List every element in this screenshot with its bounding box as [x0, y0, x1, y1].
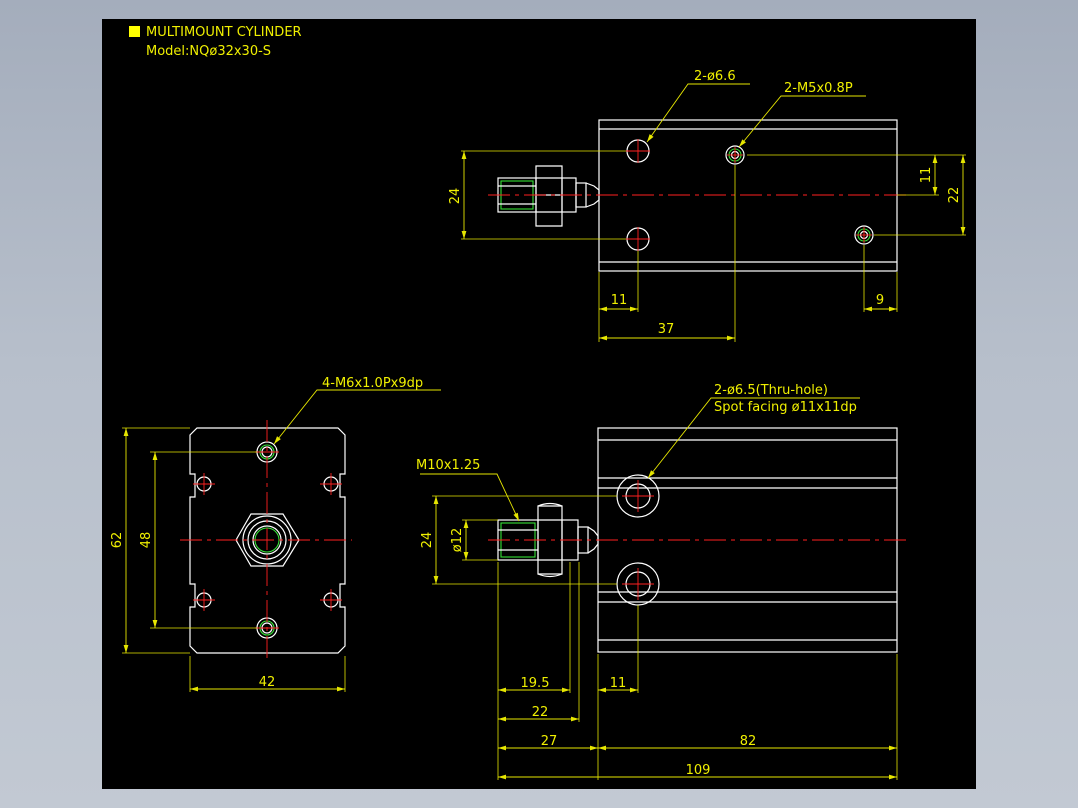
title-line-1: MULTIMOUNT CYLINDER — [146, 25, 302, 40]
dim-side-body-len: 82 — [740, 734, 757, 749]
dim-top-height: 24 — [448, 188, 463, 205]
callout-taps-end: 4-M6x1.0Px9dp — [322, 376, 423, 391]
dim-side-hole-offset: 11 — [610, 676, 627, 691]
callout-thread: M10x1.25 — [416, 458, 480, 473]
dim-top-port-spacing: 22 — [947, 187, 962, 204]
dim-side-rod-len: 27 — [541, 734, 558, 749]
dim-top-port-offset: 11 — [919, 167, 934, 184]
callout-holes-side-2: Spot facing ø11x11dp — [714, 400, 857, 415]
title-marker-square — [129, 26, 140, 37]
cad-drawing: MULTIMOUNT CYLINDER Model:NQø32x30-S 2-ø… — [102, 19, 976, 789]
callout-holes-top: 2-ø6.6 — [694, 69, 736, 84]
dim-side-rod-dia: ø12 — [450, 528, 465, 553]
dim-side-nut-len: 22 — [532, 705, 549, 720]
dim-top-hole-offset: 11 — [611, 293, 628, 308]
dim-top-port-distance: 37 — [658, 322, 675, 337]
title-line-2: Model:NQø32x30-S — [146, 44, 271, 59]
dim-side-thread-len: 19.5 — [521, 676, 550, 691]
callout-holes-side-1: 2-ø6.5(Thru-hole) — [714, 383, 828, 398]
callout-ports-top: 2-M5x0.8P — [784, 81, 853, 96]
dim-side-height: 24 — [420, 532, 435, 549]
dim-end-height: 62 — [110, 532, 125, 549]
dim-top-port-edge: 9 — [876, 293, 884, 308]
dim-end-tap-pitch: 48 — [139, 532, 154, 549]
dim-side-total-len: 109 — [686, 763, 711, 778]
dim-end-width: 42 — [259, 675, 276, 690]
